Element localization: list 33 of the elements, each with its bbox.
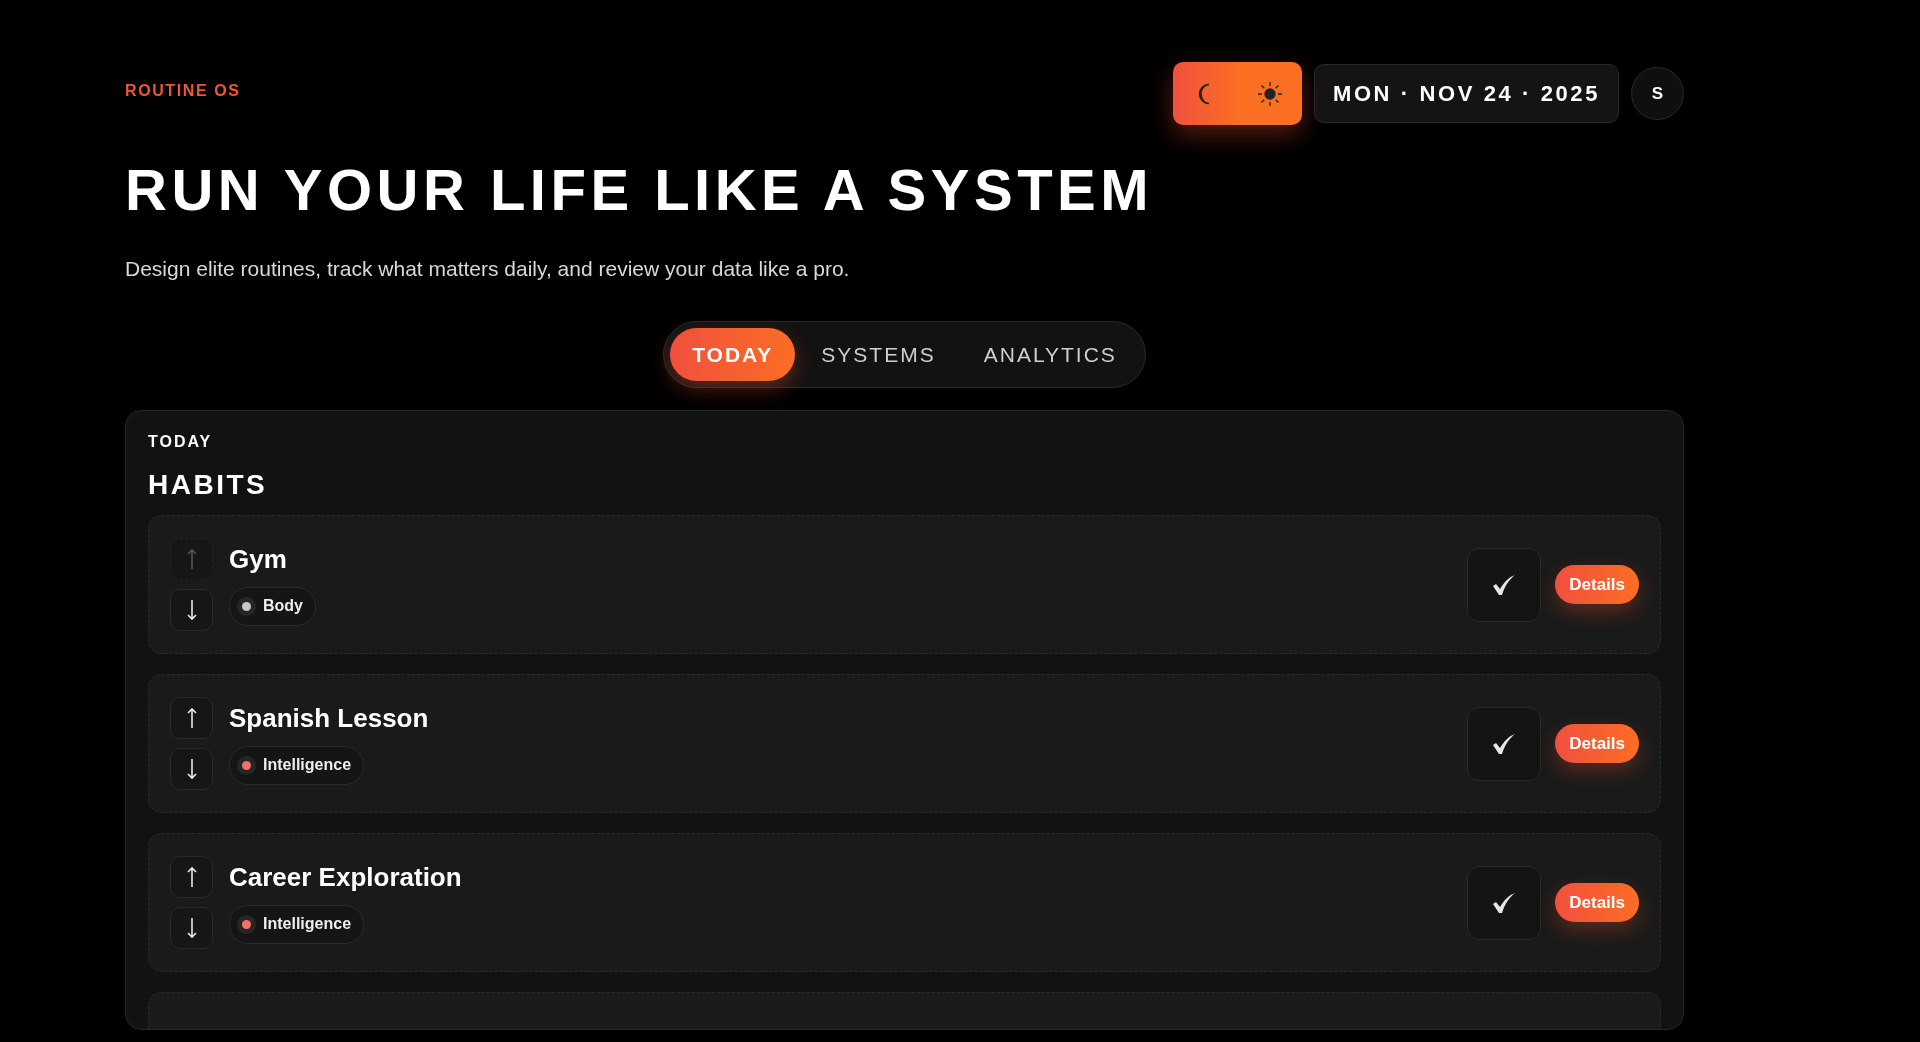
move-up-button[interactable]: [170, 856, 213, 898]
page-title: RUN YOUR LIFE LIKE A SYSTEM: [125, 161, 1155, 219]
up-arrow-icon: [186, 866, 197, 888]
page-subtitle: Design elite routines, track what matters daily, and review your data like a pro.: [125, 257, 851, 281]
details-button[interactable]: Details: [1555, 883, 1639, 922]
up-arrow-icon: [186, 707, 197, 729]
category-label: Intelligence: [263, 915, 352, 933]
panel-heading: HABITS: [148, 469, 269, 501]
avatar-button[interactable]: S: [1631, 67, 1684, 120]
move-down-button[interactable]: [170, 748, 213, 790]
up-arrow-icon: [186, 548, 197, 570]
details-button[interactable]: Details: [1555, 565, 1639, 604]
tab[interactable]: TODAY: [670, 328, 796, 381]
light-mode-button[interactable]: [1237, 62, 1302, 125]
down-arrow-icon: [186, 917, 197, 939]
habit-name: Career Exploration: [229, 861, 463, 893]
date-display: MON · NOV 24 · 2025: [1313, 64, 1619, 123]
brand-name: ROUTINE OS: [125, 82, 241, 100]
habit-name: Spanish Lesson: [229, 702, 430, 734]
move-up-button[interactable]: [170, 697, 213, 739]
sun-icon: [1256, 80, 1283, 107]
tab[interactable]: SYSTEMS: [799, 328, 958, 381]
move-down-button[interactable]: [170, 589, 213, 631]
down-arrow-icon: [186, 599, 197, 621]
details-button[interactable]: Details: [1555, 724, 1639, 763]
category-label: Body: [263, 597, 303, 615]
panel-eyebrow: TODAY: [148, 433, 214, 451]
move-down-button[interactable]: [170, 907, 213, 949]
tab[interactable]: ANALYTICS: [961, 328, 1139, 381]
category-label: Intelligence: [263, 756, 352, 774]
down-arrow-icon: [186, 758, 197, 780]
dark-mode-button[interactable]: [1172, 62, 1238, 125]
habit-name: Gym: [229, 543, 288, 575]
